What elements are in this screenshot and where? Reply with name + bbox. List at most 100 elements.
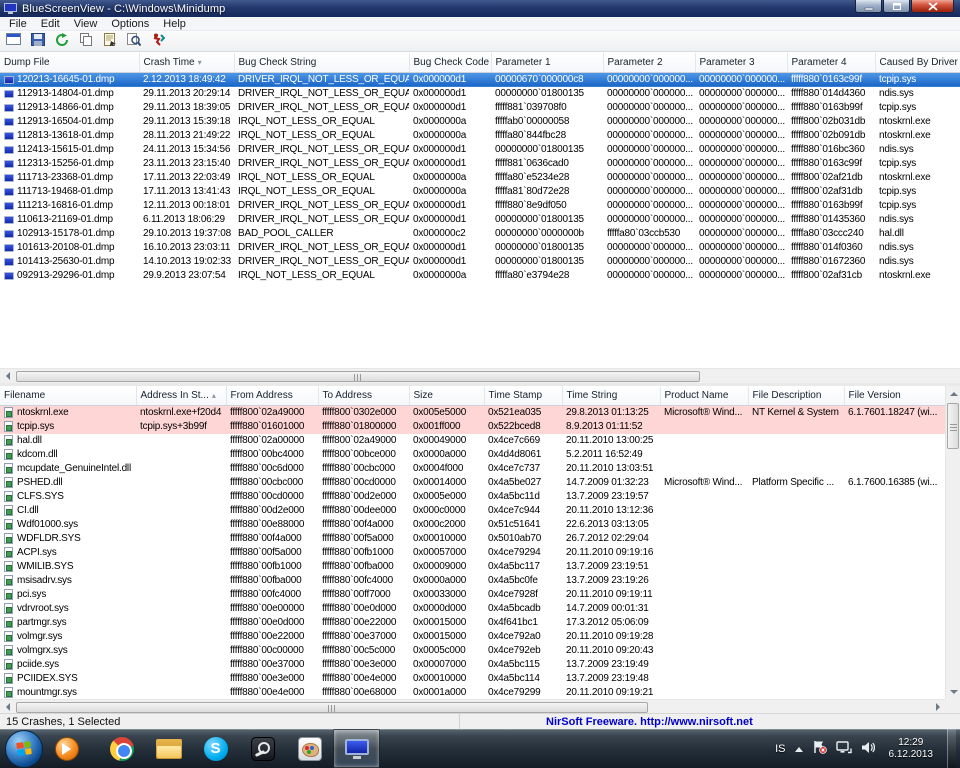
- crash-dump-row[interactable]: 092913-29296-01.dmp 29.9.2013 23:07:54 I…: [0, 269, 960, 283]
- network-icon[interactable]: [836, 741, 852, 757]
- driver-row[interactable]: CLFS.SYS fffff880`00cd0000 fffff880`00d2…: [0, 490, 945, 504]
- show-desktop-button[interactable]: [947, 729, 956, 768]
- driver-row[interactable]: partmgr.sys fffff880`00e0d000 fffff880`0…: [0, 616, 945, 630]
- crash-dump-row[interactable]: 111713-23368-01.dmp 17.11.2013 22:03:49 …: [0, 171, 960, 185]
- crash-dump-row[interactable]: 112913-16504-01.dmp 29.11.2013 15:39:18 …: [0, 115, 960, 129]
- column-header[interactable]: Crash Time▾: [139, 53, 234, 72]
- column-header[interactable]: Product Name: [660, 386, 748, 405]
- column-header[interactable]: Bug Check String: [234, 53, 409, 72]
- advanced-options-button[interactable]: [3, 32, 24, 51]
- driver-row[interactable]: hal.dll fffff800`02a00000 fffff800`02a49…: [0, 434, 945, 448]
- volume-icon[interactable]: [861, 741, 875, 757]
- column-header[interactable]: Parameter 2: [603, 53, 695, 72]
- driver-row[interactable]: mountmgr.sys fffff880`00e4e000 fffff880`…: [0, 686, 945, 700]
- scroll-left-arrow-icon[interactable]: [0, 369, 15, 384]
- driver-row[interactable]: WMILIB.SYS fffff880`00fb1000 fffff880`00…: [0, 560, 945, 574]
- taskbar-clock[interactable]: 12:29 6.12.2013: [884, 737, 939, 761]
- crash-dump-row[interactable]: 111713-19468-01.dmp 17.11.2013 13:41:43 …: [0, 185, 960, 199]
- driver-row[interactable]: CI.dll fffff880`00d2e000 fffff880`00dee0…: [0, 504, 945, 518]
- column-header[interactable]: Time Stamp: [484, 386, 562, 405]
- driver-row[interactable]: pciide.sys fffff880`00e37000 fffff880`00…: [0, 658, 945, 672]
- driver-row[interactable]: ntoskrnl.exe ntoskrnl.exe+f20d4 fffff800…: [0, 405, 945, 420]
- column-header[interactable]: Address In St...▴: [136, 386, 226, 405]
- find-button[interactable]: [123, 32, 144, 51]
- driver-row[interactable]: ACPI.sys fffff880`00f5a000 fffff880`00fb…: [0, 546, 945, 560]
- crash-dump-row[interactable]: 110613-21169-01.dmp 6.11.2013 18:06:29 D…: [0, 213, 960, 227]
- crash-dump-row[interactable]: 112413-15615-01.dmp 24.11.2013 15:34:56 …: [0, 143, 960, 157]
- column-header[interactable]: Parameter 4: [787, 53, 875, 72]
- taskbar-item-paint[interactable]: [286, 729, 333, 768]
- crash-dump-row[interactable]: 120213-16645-01.dmp 2.12.2013 18:49:42 D…: [0, 72, 960, 87]
- driver-row[interactable]: kdcom.dll fffff800`00bc4000 fffff800`00b…: [0, 448, 945, 462]
- driver-row[interactable]: pci.sys fffff880`00fc4000 fffff880`00ff7…: [0, 588, 945, 602]
- lower-scroll-thumb[interactable]: [16, 702, 648, 713]
- menu-item[interactable]: File: [2, 18, 34, 30]
- column-header[interactable]: Parameter 1: [491, 53, 603, 72]
- exit-button[interactable]: [147, 32, 168, 51]
- dump-file-icon: [4, 132, 14, 140]
- save-button[interactable]: [27, 32, 48, 51]
- driver-row[interactable]: msisadrv.sys fffff880`00fba000 fffff880`…: [0, 574, 945, 588]
- column-header[interactable]: To Address: [318, 386, 409, 405]
- taskbar-item-bluescreenview[interactable]: [333, 729, 380, 768]
- taskbar-item-chrome[interactable]: [98, 729, 145, 768]
- column-header[interactable]: Caused By Driver: [875, 53, 960, 72]
- driver-row[interactable]: PSHED.dll fffff880`00cbc000 fffff880`00c…: [0, 476, 945, 490]
- crash-dump-row[interactable]: 102913-15178-01.dmp 29.10.2013 19:37:08 …: [0, 227, 960, 241]
- crash-dump-row[interactable]: 112913-14866-01.dmp 29.11.2013 18:39:05 …: [0, 101, 960, 115]
- driver-row[interactable]: tcpip.sys tcpip.sys+3b99f fffff880`01601…: [0, 420, 945, 434]
- menu-item[interactable]: Help: [156, 18, 193, 30]
- column-header[interactable]: Size: [409, 386, 484, 405]
- lower-horizontal-scrollbar[interactable]: [0, 699, 945, 714]
- dump-file-icon: [4, 118, 14, 126]
- column-header[interactable]: Dump File: [0, 53, 139, 72]
- minimize-button[interactable]: [855, 0, 882, 13]
- scroll-up-arrow-icon[interactable]: [946, 386, 960, 401]
- crash-dump-row[interactable]: 112913-14804-01.dmp 29.11.2013 20:29:14 …: [0, 87, 960, 101]
- taskbar-item-media-player[interactable]: [43, 729, 90, 768]
- taskbar-item-explorer[interactable]: [145, 729, 192, 768]
- action-center-flag-icon[interactable]: [812, 740, 827, 757]
- show-hidden-icons-button[interactable]: [795, 743, 803, 752]
- driver-file-icon: [4, 463, 13, 474]
- properties-button[interactable]: [99, 32, 120, 51]
- scroll-down-arrow-icon[interactable]: [946, 684, 960, 699]
- column-header[interactable]: Bug Check Code: [409, 53, 491, 72]
- crash-dump-row[interactable]: 101613-20108-01.dmp 16.10.2013 23:03:11 …: [0, 241, 960, 255]
- close-button[interactable]: [911, 0, 954, 13]
- driver-file-icon: [4, 617, 13, 628]
- column-header[interactable]: File Version: [844, 386, 945, 405]
- menu-item[interactable]: View: [67, 18, 105, 30]
- start-button[interactable]: [5, 730, 43, 768]
- dump-file-icon: [4, 272, 14, 280]
- column-header[interactable]: Parameter 3: [695, 53, 787, 72]
- driver-row[interactable]: volmgrx.sys fffff880`00c00000 fffff880`0…: [0, 644, 945, 658]
- driver-row[interactable]: WDFLDR.SYS fffff880`00f4a000 fffff880`00…: [0, 532, 945, 546]
- refresh-button[interactable]: [51, 32, 72, 51]
- crash-dump-row[interactable]: 112813-13618-01.dmp 28.11.2013 21:49:22 …: [0, 129, 960, 143]
- menu-item[interactable]: Options: [104, 18, 156, 30]
- crash-dump-row[interactable]: 111213-16816-01.dmp 12.11.2013 00:18:01 …: [0, 199, 960, 213]
- driver-row[interactable]: Wdf01000.sys fffff880`00e88000 fffff880`…: [0, 518, 945, 532]
- lower-vscroll-thumb[interactable]: [947, 403, 959, 449]
- lower-vertical-scrollbar[interactable]: [945, 386, 960, 699]
- taskbar-item-steam[interactable]: [239, 729, 286, 768]
- taskbar-item-skype[interactable]: [192, 729, 239, 768]
- column-header[interactable]: Time String: [562, 386, 660, 405]
- crash-dump-row[interactable]: 112313-15256-01.dmp 23.11.2013 23:15:40 …: [0, 157, 960, 171]
- menu-item[interactable]: Edit: [34, 18, 67, 30]
- maximize-button[interactable]: [883, 0, 910, 13]
- column-header[interactable]: Filename: [0, 386, 136, 405]
- column-header[interactable]: From Address: [226, 386, 318, 405]
- column-header[interactable]: File Description: [748, 386, 844, 405]
- driver-row[interactable]: mcupdate_GenuineIntel.dll fffff880`00c6d…: [0, 462, 945, 476]
- driver-row[interactable]: vdrvroot.sys fffff880`00e00000 fffff880`…: [0, 602, 945, 616]
- language-indicator[interactable]: IS: [775, 743, 785, 755]
- driver-row[interactable]: PCIIDEX.SYS fffff880`00e3e000 fffff880`0…: [0, 672, 945, 686]
- crash-dump-row[interactable]: 101413-25630-01.dmp 14.10.2013 19:02:33 …: [0, 255, 960, 269]
- copy-button[interactable]: [75, 32, 96, 51]
- driver-row[interactable]: volmgr.sys fffff880`00e22000 fffff880`00…: [0, 630, 945, 644]
- upper-horizontal-scrollbar[interactable]: [0, 368, 960, 383]
- upper-scroll-thumb[interactable]: [16, 371, 700, 382]
- nirsoft-link[interactable]: NirSoft Freeware. http://www.nirsoft.net: [546, 716, 753, 728]
